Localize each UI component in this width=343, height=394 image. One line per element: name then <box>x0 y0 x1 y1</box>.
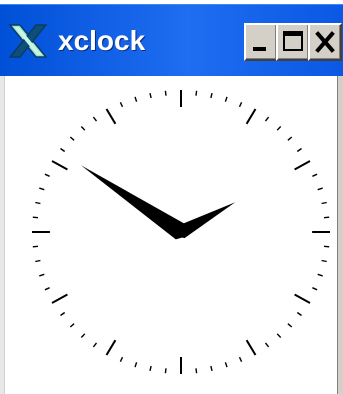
minute-tick <box>32 245 39 248</box>
minute-tick <box>224 96 228 102</box>
minute-tick <box>210 365 213 372</box>
minute-tick <box>149 365 152 372</box>
clock-face <box>32 90 330 374</box>
minute-tick <box>80 333 86 338</box>
hour-tick <box>105 339 117 356</box>
minute-tick <box>92 342 98 348</box>
minute-tick <box>312 173 318 177</box>
minute-tick <box>92 116 98 122</box>
minute-tick <box>119 102 124 108</box>
minute-tick <box>296 311 302 317</box>
minute-tick <box>39 187 45 191</box>
minute-tick <box>224 362 228 368</box>
minute-tick <box>32 216 39 219</box>
minute-tick <box>69 323 75 328</box>
minute-tick <box>164 368 167 374</box>
minute-tick <box>323 245 330 248</box>
title-bar[interactable]: xclock <box>0 4 343 76</box>
minute-tick <box>60 311 66 317</box>
minute-tick <box>287 136 293 141</box>
minute-tick <box>321 259 327 263</box>
minute-tick <box>296 147 302 153</box>
minute-tick <box>60 147 66 153</box>
window-right-border[interactable] <box>337 76 343 394</box>
minute-tick <box>44 173 50 177</box>
minute-tick <box>35 201 41 205</box>
x-logo-icon[interactable] <box>8 23 48 59</box>
minute-tick <box>119 356 124 362</box>
maximize-button[interactable] <box>276 23 310 61</box>
minute-tick <box>323 216 330 219</box>
minute-tick <box>35 259 41 263</box>
hour-tick <box>294 293 311 304</box>
minute-tick <box>80 126 86 131</box>
minute-tick <box>149 92 152 99</box>
hour-tick <box>245 108 257 125</box>
minute-tick <box>276 333 282 338</box>
xclock-window: xclock <box>0 0 343 394</box>
minute-tick <box>321 201 327 205</box>
window-title: xclock <box>58 25 146 56</box>
close-button[interactable] <box>308 23 342 61</box>
minute-tick <box>44 287 50 291</box>
minute-tick <box>264 342 270 348</box>
minute-tick <box>69 136 75 141</box>
hour-tick <box>294 160 311 171</box>
hour-tick <box>51 160 68 171</box>
minimize-icon <box>253 47 266 51</box>
minute-tick <box>164 90 167 96</box>
minute-hand <box>174 202 236 239</box>
hour-tick <box>245 339 257 356</box>
hour-tick <box>51 293 68 304</box>
minute-tick <box>39 273 45 277</box>
minute-tick <box>195 368 198 374</box>
minute-tick <box>276 126 282 131</box>
minute-tick <box>238 356 243 362</box>
hour-hand <box>80 165 188 240</box>
minute-tick <box>317 187 323 191</box>
minute-tick <box>134 362 138 368</box>
minute-tick <box>210 92 213 99</box>
maximize-icon <box>283 31 303 51</box>
minute-tick <box>287 323 293 328</box>
minute-tick <box>317 273 323 277</box>
minute-tick <box>195 90 198 96</box>
hour-tick <box>105 108 117 125</box>
close-icon <box>315 31 335 53</box>
minimize-button[interactable] <box>244 23 278 61</box>
minute-tick <box>264 116 270 122</box>
minute-tick <box>238 102 243 108</box>
minute-tick <box>134 96 138 102</box>
minute-tick <box>312 287 318 291</box>
